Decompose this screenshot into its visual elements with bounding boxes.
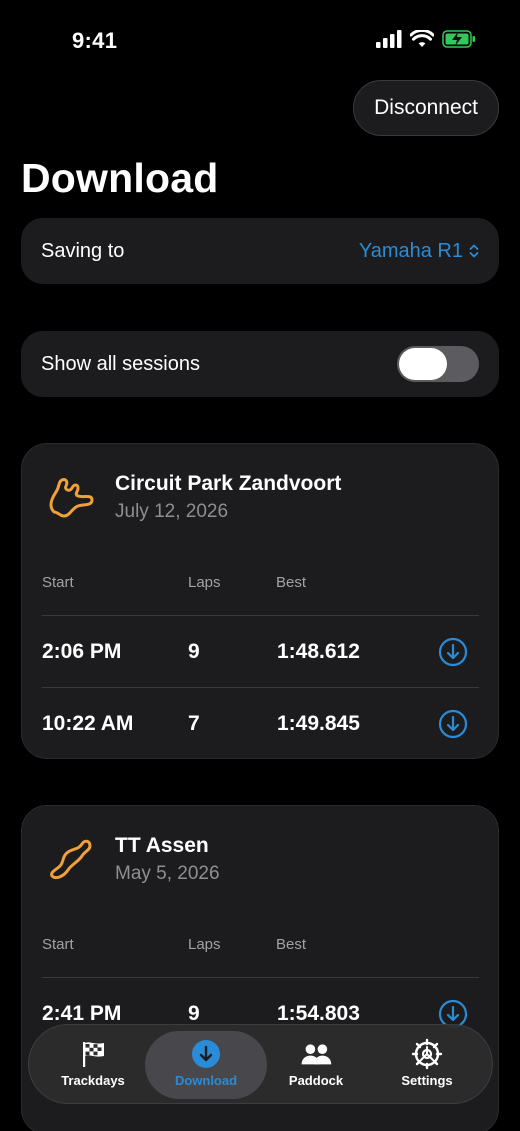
show-all-sessions-toggle[interactable]: [397, 346, 479, 382]
show-all-sessions-row: Show all sessions: [21, 331, 499, 397]
tab-bar: Trackdays Download Paddock Settings: [28, 1024, 493, 1104]
track-map-icon: [50, 839, 92, 880]
download-icon[interactable]: [438, 709, 468, 739]
tab-label: Paddock: [288, 1073, 344, 1088]
tab-label: Download: [174, 1073, 238, 1088]
tab-trackdays[interactable]: Trackdays: [35, 1031, 151, 1099]
wifi-icon: [410, 30, 434, 47]
disconnect-label: Disconnect: [374, 96, 478, 119]
toggle-knob: [399, 348, 447, 380]
track-map-icon: [49, 478, 94, 518]
download-icon: [190, 1039, 222, 1069]
session-best: 1:54.803: [277, 1002, 360, 1025]
track-date: May 5, 2026: [115, 863, 220, 884]
status-time: 9:41: [72, 28, 118, 53]
session-laps: 9: [188, 1002, 200, 1025]
tab-download[interactable]: Download: [145, 1031, 267, 1099]
status-bar: 9:41: [0, 0, 520, 80]
signal-icon: [376, 30, 402, 48]
saving-to-label: Saving to: [41, 239, 125, 262]
column-header-best: Best: [276, 574, 307, 591]
session-start: 2:06 PM: [42, 640, 122, 663]
chevron-up-down-icon: [469, 244, 479, 258]
track-card: Circuit Park Zandvoort July 12, 2026 Sta…: [21, 443, 499, 759]
bike-selector-value: Yamaha R1: [358, 239, 463, 262]
status-icons: [376, 30, 476, 48]
saving-to-row[interactable]: Saving to Yamaha R1: [21, 218, 499, 284]
show-all-sessions-label: Show all sessions: [41, 352, 200, 375]
bike-selector[interactable]: Yamaha R1: [359, 240, 479, 263]
disconnect-button[interactable]: Disconnect: [353, 80, 499, 136]
session-start: 2:41 PM: [42, 1002, 122, 1025]
checkered-flag-icon: [77, 1039, 109, 1069]
session-row[interactable]: 2:06 PM 9 1:48.612: [22, 616, 500, 688]
tab-paddock[interactable]: Paddock: [258, 1031, 374, 1099]
session-start: 10:22 AM: [42, 712, 134, 735]
page-title: Download: [21, 155, 219, 201]
track-date: July 12, 2026: [115, 501, 229, 522]
people-icon: [300, 1039, 332, 1069]
tab-label: Trackdays: [61, 1073, 125, 1088]
battery-charging-icon: [442, 30, 475, 48]
tab-label: Settings: [401, 1073, 453, 1088]
column-header-start: Start: [42, 936, 74, 953]
download-icon[interactable]: [438, 637, 468, 667]
session-laps: 7: [188, 712, 200, 735]
tab-settings[interactable]: Settings: [369, 1031, 485, 1099]
track-name: Circuit Park Zandvoort: [115, 472, 342, 495]
column-header-best: Best: [276, 936, 307, 953]
session-row[interactable]: 10:22 AM 7 1:49.845: [22, 688, 500, 760]
session-laps: 9: [188, 640, 200, 663]
track-name: TT Assen: [115, 834, 209, 857]
session-best: 1:48.612: [277, 640, 360, 663]
column-header-laps: Laps: [188, 574, 221, 591]
gear-icon: [411, 1038, 443, 1070]
column-header-start: Start: [42, 574, 74, 591]
session-best: 1:49.845: [277, 712, 360, 735]
column-header-laps: Laps: [188, 936, 221, 953]
